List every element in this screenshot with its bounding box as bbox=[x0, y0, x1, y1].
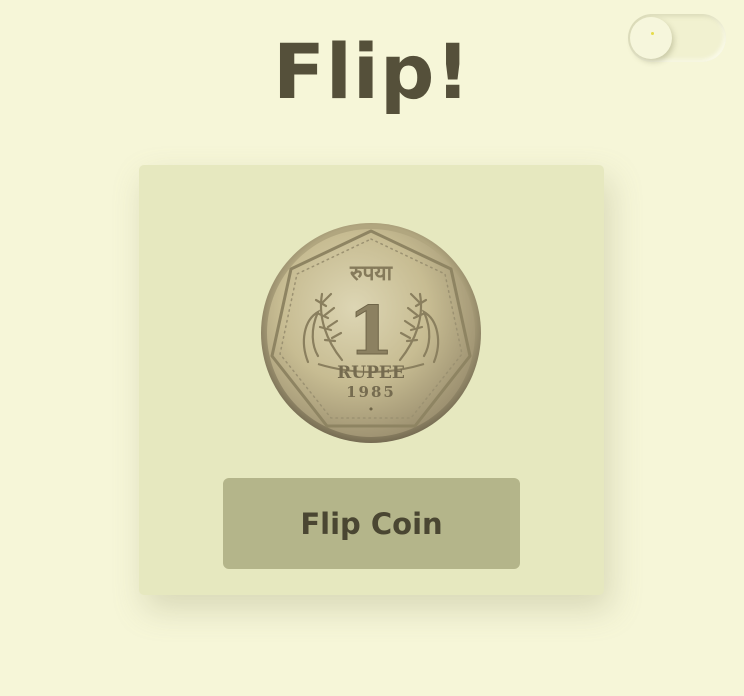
coin-image: रुपया 1 RUPEE 1985 • bbox=[261, 223, 481, 443]
coin-top-text: रुपया bbox=[349, 261, 394, 285]
coin-year: 1985 bbox=[346, 383, 396, 401]
flip-coin-button[interactable]: Flip Coin bbox=[223, 478, 520, 569]
coin-denomination: 1 bbox=[348, 292, 394, 370]
coin-card: रुपया 1 RUPEE 1985 • Flip Coin bbox=[139, 165, 604, 595]
page-title: Flip! bbox=[272, 27, 472, 116]
coin-mint-mark: • bbox=[368, 403, 375, 416]
coin-unit: RUPEE bbox=[337, 363, 405, 383]
